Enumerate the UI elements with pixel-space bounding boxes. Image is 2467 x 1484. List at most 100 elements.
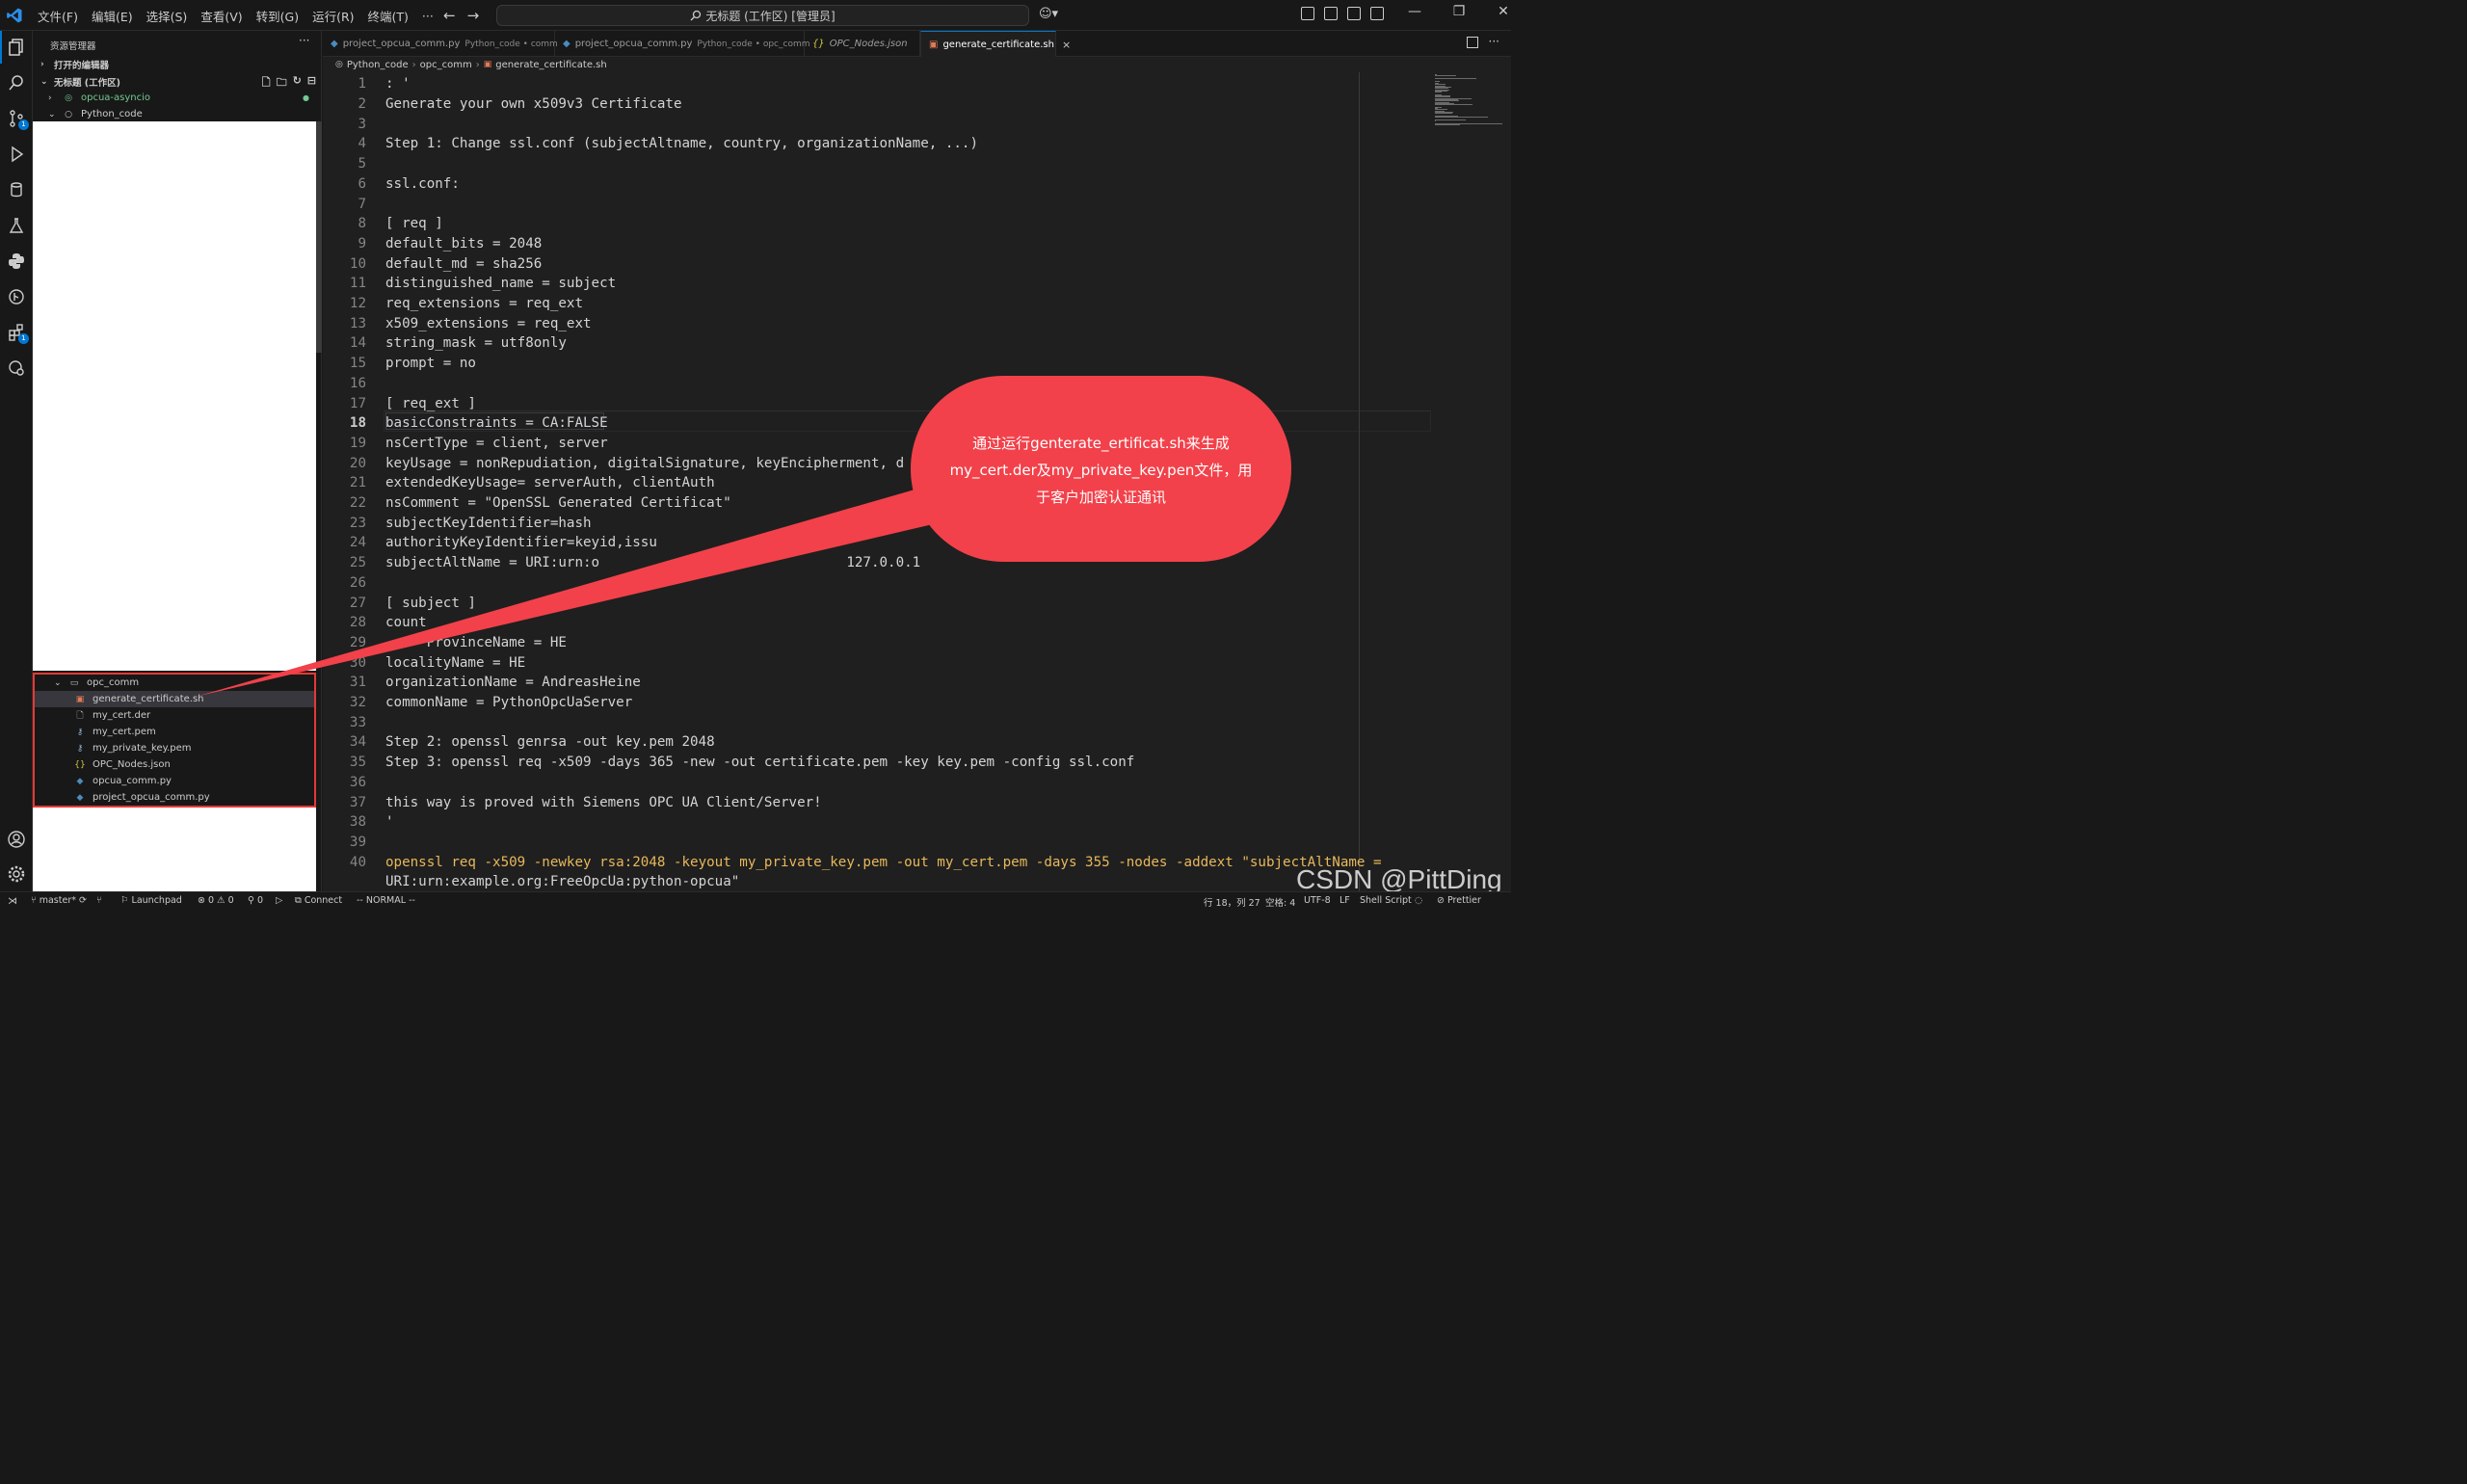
toggle-secondary-sidebar-icon[interactable]: [1347, 7, 1361, 20]
open-editors-section[interactable]: › 打开的编辑器: [33, 56, 322, 72]
settings-gear-icon[interactable]: [0, 858, 33, 890]
folder-label: opcua-asyncio: [81, 93, 151, 103]
extensions-badge: 1: [18, 333, 29, 344]
code-text: : ': [385, 76, 411, 93]
more-actions-icon[interactable]: ···: [1489, 35, 1499, 48]
code-text: openssl req -x509 -newkey rsa:2048 -keyo…: [385, 854, 1382, 870]
code-text: distinguished_name = subject: [385, 276, 617, 292]
code-text: keyUsage = nonRepudiation, digitalSignat…: [385, 455, 905, 471]
run-debug-icon[interactable]: [0, 138, 33, 171]
back-arrow-icon[interactable]: ←: [443, 7, 456, 24]
extensions-icon[interactable]: 1: [0, 316, 33, 349]
code-line: 31 organizationName = AndreasHeine: [323, 673, 1431, 693]
line-number: 36: [349, 774, 366, 790]
code-line: 10 default_md = sha256: [323, 253, 1431, 274]
line-number: 40: [349, 854, 366, 870]
menu-file[interactable]: 文件(F): [31, 7, 85, 25]
workspace-section[interactable]: ⌄ 无标题 (工作区) 🗋 🗀 ↻ ⊟: [33, 73, 322, 90]
split-editor-icon[interactable]: [1467, 37, 1478, 48]
line-number: 29: [349, 634, 366, 650]
toggle-sidebar-icon[interactable]: [1301, 7, 1314, 20]
menu-selection[interactable]: 选择(S): [140, 7, 195, 25]
code-text: nsComment = "OpenSSL Generated Certifica…: [385, 495, 731, 512]
cursor-position-status[interactable]: 行 18，列 27: [1204, 895, 1260, 909]
debug-status-icon[interactable]: ▷: [276, 895, 282, 906]
line-number: 6: [358, 175, 366, 192]
close-tab-icon[interactable]: ×: [1062, 39, 1071, 51]
git-graph-icon[interactable]: [0, 280, 33, 313]
sidebar-scrollbar[interactable]: [316, 121, 322, 353]
database-icon[interactable]: [0, 173, 33, 206]
ports-status[interactable]: ⚲ 0: [248, 895, 263, 906]
breadcrumb-item[interactable]: Python_code: [347, 60, 409, 70]
code-text: x509_extensions = req_ext: [385, 315, 592, 331]
forward-arrow-icon[interactable]: →: [467, 7, 480, 24]
menu-more[interactable]: ···: [415, 9, 440, 23]
restore-icon[interactable]: ❐: [1449, 4, 1469, 19]
line-number: 23: [349, 515, 366, 531]
launchpad-status[interactable]: ⚐ Launchpad: [120, 895, 182, 906]
code-text: localityName = HE: [385, 654, 526, 671]
tab-project-opcua-comm-2[interactable]: ◆ project_opcua_comm.py Python_code • op…: [555, 31, 809, 57]
eol-status[interactable]: LF: [1340, 895, 1350, 906]
copilot-icon[interactable]: ☺▾: [1039, 7, 1058, 21]
code-text: nsCertType = client, server: [385, 435, 608, 451]
code-line: 9 default_bits = 2048: [323, 234, 1431, 254]
line-number: 9: [358, 235, 366, 252]
breadcrumb-item[interactable]: generate_certificate.sh: [495, 60, 607, 70]
prettier-status[interactable]: ⊘ Prettier: [1437, 895, 1481, 906]
menu-terminal[interactable]: 终端(T): [361, 7, 415, 25]
breadcrumb-item[interactable]: opc_comm: [420, 60, 472, 70]
python-icon[interactable]: [0, 245, 33, 278]
menu-edit[interactable]: 编辑(E): [85, 7, 140, 25]
branch-status[interactable]: ⑂ master* ⟳: [31, 895, 87, 906]
tab-generate-certificate[interactable]: ▣ generate_certificate.sh ×: [920, 31, 1071, 57]
indentation-status[interactable]: 空格: 4: [1265, 895, 1295, 909]
code-line: 14 string_mask = utf8only: [323, 333, 1431, 354]
line-number: 12: [349, 296, 366, 312]
code-text: organizationName = AndreasHeine: [385, 675, 641, 691]
explorer-icon[interactable]: [0, 31, 33, 64]
problems-status[interactable]: ⊗ 0 ⚠ 0: [198, 895, 234, 906]
code-text: [ req ]: [385, 216, 443, 232]
tab-project-opcua-comm-1[interactable]: ◆ project_opcua_comm.py Python_code • co…: [323, 31, 558, 57]
folder-python-code[interactable]: ⌄ ○ Python_code: [33, 106, 314, 122]
code-text: Step 3: openssl req -x509 -days 365 -new…: [385, 755, 1135, 771]
minimap-line: [1435, 117, 1488, 119]
folder-opcua-asyncio[interactable]: › ◎ opcua-asyncio ●: [33, 90, 314, 106]
menu-view[interactable]: 查看(V): [194, 7, 249, 25]
code-text: req_extensions = req_ext: [385, 296, 583, 312]
line-number: 15: [349, 356, 366, 372]
copilot-status-icon[interactable]: ◌: [1415, 895, 1422, 906]
code-line: 7: [323, 194, 1431, 214]
menu-run[interactable]: 运行(R): [305, 7, 360, 25]
line-number: 25: [349, 555, 366, 571]
encoding-status[interactable]: UTF-8: [1304, 895, 1331, 906]
shell-icon: ▣: [929, 39, 939, 50]
minimap[interactable]: [1431, 72, 1511, 891]
code-line: 15 prompt = no: [323, 354, 1431, 374]
tab-label: project_opcua_comm.py: [574, 39, 693, 49]
remote-explorer-icon[interactable]: [0, 352, 33, 384]
menu-go[interactable]: 转到(G): [250, 7, 305, 25]
remote-icon[interactable]: ⋊: [0, 892, 25, 910]
language-status[interactable]: Shell Script: [1360, 895, 1412, 906]
testing-icon[interactable]: [0, 209, 33, 242]
sidebar-more-button[interactable]: ···: [299, 34, 309, 47]
line-number: 26: [349, 574, 366, 591]
account-icon[interactable]: [0, 823, 33, 856]
code-line: 5: [323, 154, 1431, 174]
git-graph-status-icon[interactable]: ⑂: [96, 895, 102, 906]
command-center[interactable]: 无标题 (工作区) [管理员]: [496, 5, 1029, 26]
source-control-icon[interactable]: 1: [0, 102, 33, 135]
ports-count: 0: [256, 895, 264, 906]
customize-layout-icon[interactable]: [1370, 7, 1384, 20]
line-number: 10: [349, 255, 366, 272]
close-window-icon[interactable]: ✕: [1494, 4, 1513, 19]
tab-opc-nodes-json[interactable]: {} OPC_Nodes.json: [805, 31, 920, 57]
toggle-panel-icon[interactable]: [1324, 7, 1338, 20]
line-number: 24: [349, 535, 366, 551]
search-icon[interactable]: [0, 66, 33, 99]
connect-status[interactable]: ⧉ Connect: [295, 895, 342, 906]
minimize-icon[interactable]: —: [1405, 4, 1424, 19]
